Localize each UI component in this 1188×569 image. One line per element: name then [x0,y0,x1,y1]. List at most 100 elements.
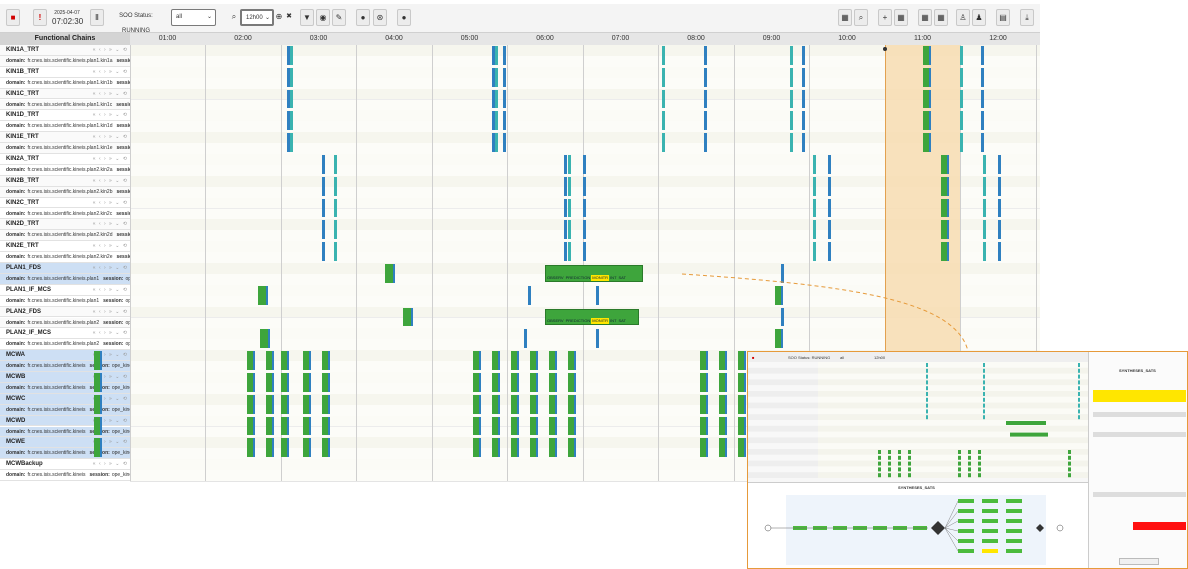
task-block[interactable] [548,416,557,436]
edit-button[interactable]: ✎ [332,9,346,26]
row-controls[interactable]: « ‹ › » ⌄ ⟲ [93,309,128,315]
event-marker[interactable] [596,285,600,305]
task-block[interactable] [303,416,312,436]
task-block[interactable] [737,416,746,436]
row-controls[interactable]: « ‹ › » ⌄ ⟲ [93,265,128,271]
event-marker[interactable] [495,111,499,131]
task-block[interactable] [941,242,950,261]
event-marker[interactable] [289,133,293,152]
event-marker[interactable] [828,198,832,218]
event-marker[interactable] [828,155,832,174]
task-block[interactable] [922,46,931,65]
row-controls[interactable]: « ‹ › » ⌄ ⟲ [93,243,128,249]
panel-action-button[interactable] [1119,558,1159,565]
row-controls[interactable]: « ‹ › » ⌄ ⟲ [93,112,128,118]
task-block[interactable] [322,351,331,370]
event-marker[interactable] [567,220,571,240]
event-marker[interactable] [289,67,293,87]
visibility-button[interactable]: ◉ [316,9,330,26]
task-block[interactable] [511,351,520,370]
task-block[interactable] [718,373,727,392]
task-block[interactable] [737,351,746,370]
chain-row[interactable]: KIN2B_TRT « ‹ › » ⌄ ⟲ [0,175,130,187]
event-marker[interactable] [495,133,499,152]
task-block[interactable] [93,394,102,414]
task-block[interactable] [922,133,931,152]
task-block[interactable] [941,198,950,218]
task-block[interactable] [303,373,312,392]
task-block[interactable] [718,394,727,414]
layout-button-1[interactable]: ▦ [838,9,852,26]
task-block[interactable] [567,351,576,370]
task-block[interactable] [280,373,289,392]
task-block[interactable] [322,373,331,392]
event-marker[interactable] [981,133,985,152]
task-block[interactable] [473,373,482,392]
task-block[interactable] [492,351,501,370]
event-marker[interactable] [981,46,985,65]
task-block[interactable] [492,416,501,436]
event-marker[interactable] [780,264,784,283]
event-marker[interactable] [801,133,805,152]
task-block[interactable] [529,394,538,414]
chain-row[interactable]: MCWB « ‹ › » ⌄ ⟲ [0,372,130,383]
task-block[interactable] [567,438,576,458]
event-marker[interactable] [790,46,794,65]
event-marker[interactable] [790,89,794,109]
event-marker[interactable] [527,285,531,305]
layout-button-2[interactable]: ⌕ [854,9,868,26]
task-block[interactable] [511,394,520,414]
chain-row[interactable]: MCWA « ‹ › » ⌄ ⟲ [0,350,130,362]
event-marker[interactable] [333,242,337,261]
chain-row[interactable]: KIN2E_TRT « ‹ › » ⌄ ⟲ [0,241,130,253]
task-block[interactable] [492,373,501,392]
user-button[interactable]: ♙ [956,9,970,26]
chain-row[interactable]: KIN2D_TRT « ‹ › » ⌄ ⟲ [0,219,130,231]
task-block[interactable] [737,438,746,458]
event-marker[interactable] [503,133,507,152]
event-marker[interactable] [813,242,817,261]
layout-button-5[interactable]: ▦ [918,9,932,26]
task-block[interactable] [246,373,255,392]
event-marker[interactable] [503,111,507,131]
event-marker[interactable] [289,46,293,65]
task-block[interactable] [322,438,331,458]
event-marker[interactable] [322,176,326,196]
task-block[interactable] [718,438,727,458]
event-marker[interactable] [828,176,832,196]
task-block[interactable] [699,373,708,392]
event-marker[interactable] [801,67,805,87]
chain-row[interactable]: PLAN2_IF_MCS « ‹ › » ⌄ ⟲ [0,328,130,340]
event-marker[interactable] [582,155,586,174]
task-block[interactable] [941,176,950,196]
row-controls[interactable]: « ‹ › » ⌄ ⟲ [93,178,128,184]
stop-button[interactable]: ■ [6,9,20,26]
event-marker[interactable] [582,176,586,196]
event-marker[interactable] [322,242,326,261]
task-block[interactable] [511,416,520,436]
event-marker[interactable] [662,89,666,109]
event-marker[interactable] [982,242,986,261]
event-marker[interactable] [801,111,805,131]
task-block[interactable] [775,329,784,349]
event-marker[interactable] [582,198,586,218]
zoom-reset-button[interactable]: ✖ [285,9,293,26]
event-marker[interactable] [322,198,326,218]
list-button[interactable]: ▤ [996,9,1010,26]
event-marker[interactable] [582,220,586,240]
event-marker[interactable] [322,155,326,174]
task-block[interactable] [265,373,274,392]
task-block[interactable] [280,394,289,414]
task-block[interactable] [246,351,255,370]
event-marker[interactable] [828,242,832,261]
task-block[interactable] [303,351,312,370]
event-marker[interactable] [582,242,586,261]
event-marker[interactable] [662,67,666,87]
task-block[interactable] [93,438,102,458]
task-block[interactable] [922,89,931,109]
event-marker[interactable] [703,89,707,109]
event-marker[interactable] [563,176,567,196]
event-marker[interactable] [790,133,794,152]
task-block[interactable] [699,438,708,458]
event-marker[interactable] [981,111,985,131]
